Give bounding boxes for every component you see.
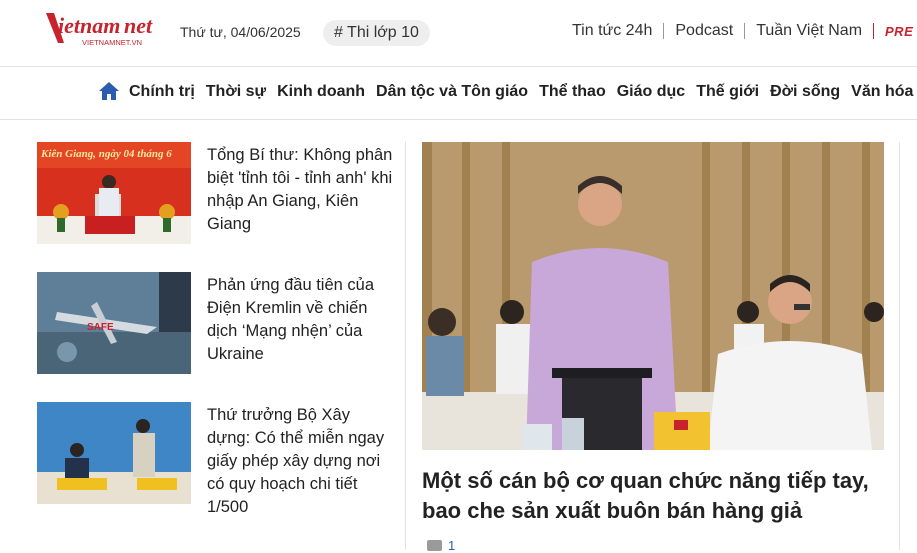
divider — [873, 23, 875, 39]
thumb-caption: Kiên Giang, ngày 04 tháng 6 — [40, 148, 172, 160]
link-tuan-viet-nam[interactable]: Tuần Việt Nam — [756, 22, 862, 40]
svg-text:net: net — [124, 13, 153, 38]
featured-title[interactable]: Một số cán bộ cơ quan chức năng tiếp tay… — [422, 466, 892, 526]
current-date: Thứ tư, 04/06/2025 — [180, 24, 301, 40]
article-title[interactable]: Phản ứng đầu tiên của Điện Kremlin về ch… — [207, 274, 397, 366]
top-header: ietnam net VIETNAMNET.VN Thứ tư, 04/06/2… — [0, 0, 917, 67]
home-icon[interactable] — [98, 81, 120, 101]
logo-sub: VIETNAMNET.VN — [82, 38, 142, 47]
link-tin-tuc-24h[interactable]: Tin tức 24h — [572, 22, 652, 40]
nav-item-chinh-tri[interactable]: Chính trị — [129, 83, 195, 101]
hashtag-pill[interactable]: # Thi lớp 10 — [323, 20, 430, 46]
comment-count-value: 1 — [448, 538, 456, 553]
divider — [663, 23, 665, 39]
vietnamnet-logo[interactable]: ietnam net VIETNAMNET.VN — [44, 9, 156, 49]
nav-item-doi-song[interactable]: Đời sống — [770, 83, 840, 101]
comment-count[interactable]: 1 — [427, 538, 455, 553]
article-title[interactable]: Thứ trưởng Bộ Xây dựng: Có thể miễn ngay… — [207, 404, 397, 519]
top-links: Tin tức 24h Podcast Tuần Việt Nam PRE — [572, 22, 913, 40]
nav-item-kinh-doanh[interactable]: Kinh doanh — [277, 83, 365, 101]
comment-icon — [427, 540, 442, 551]
nav-item-the-thao[interactable]: Thể thao — [539, 83, 606, 101]
divider — [744, 23, 746, 39]
article-thumbnail[interactable] — [37, 402, 191, 504]
premium-link[interactable]: PRE — [885, 24, 913, 39]
main-nav: Chính trị Thời sự Kinh doanh Dân tộc và … — [0, 67, 917, 120]
article-thumbnail[interactable]: SAFE — [37, 272, 191, 374]
nav-item-giao-duc[interactable]: Giáo dục — [617, 83, 685, 101]
nav-item-the-gioi[interactable]: Thế giới — [696, 83, 759, 101]
link-podcast[interactable]: Podcast — [675, 22, 733, 40]
svg-text:ietnam: ietnam — [58, 13, 120, 38]
column-divider — [899, 142, 900, 550]
featured-image[interactable] — [422, 142, 884, 450]
nav-item-van-hoa[interactable]: Văn hóa - — [851, 83, 917, 101]
nav-items: Chính trị Thời sự Kinh doanh Dân tộc và … — [129, 83, 917, 101]
article-thumbnail[interactable]: Kiên Giang, ngày 04 tháng 6 — [37, 142, 191, 244]
article-title[interactable]: Tổng Bí thư: Không phân biệt 'tỉnh tôi -… — [207, 144, 397, 236]
thumb-caption: SAFE — [87, 322, 114, 333]
column-divider — [405, 142, 406, 550]
nav-item-dan-toc-ton-giao[interactable]: Dân tộc và Tôn giáo — [376, 83, 528, 101]
nav-item-thoi-su[interactable]: Thời sự — [206, 83, 266, 101]
